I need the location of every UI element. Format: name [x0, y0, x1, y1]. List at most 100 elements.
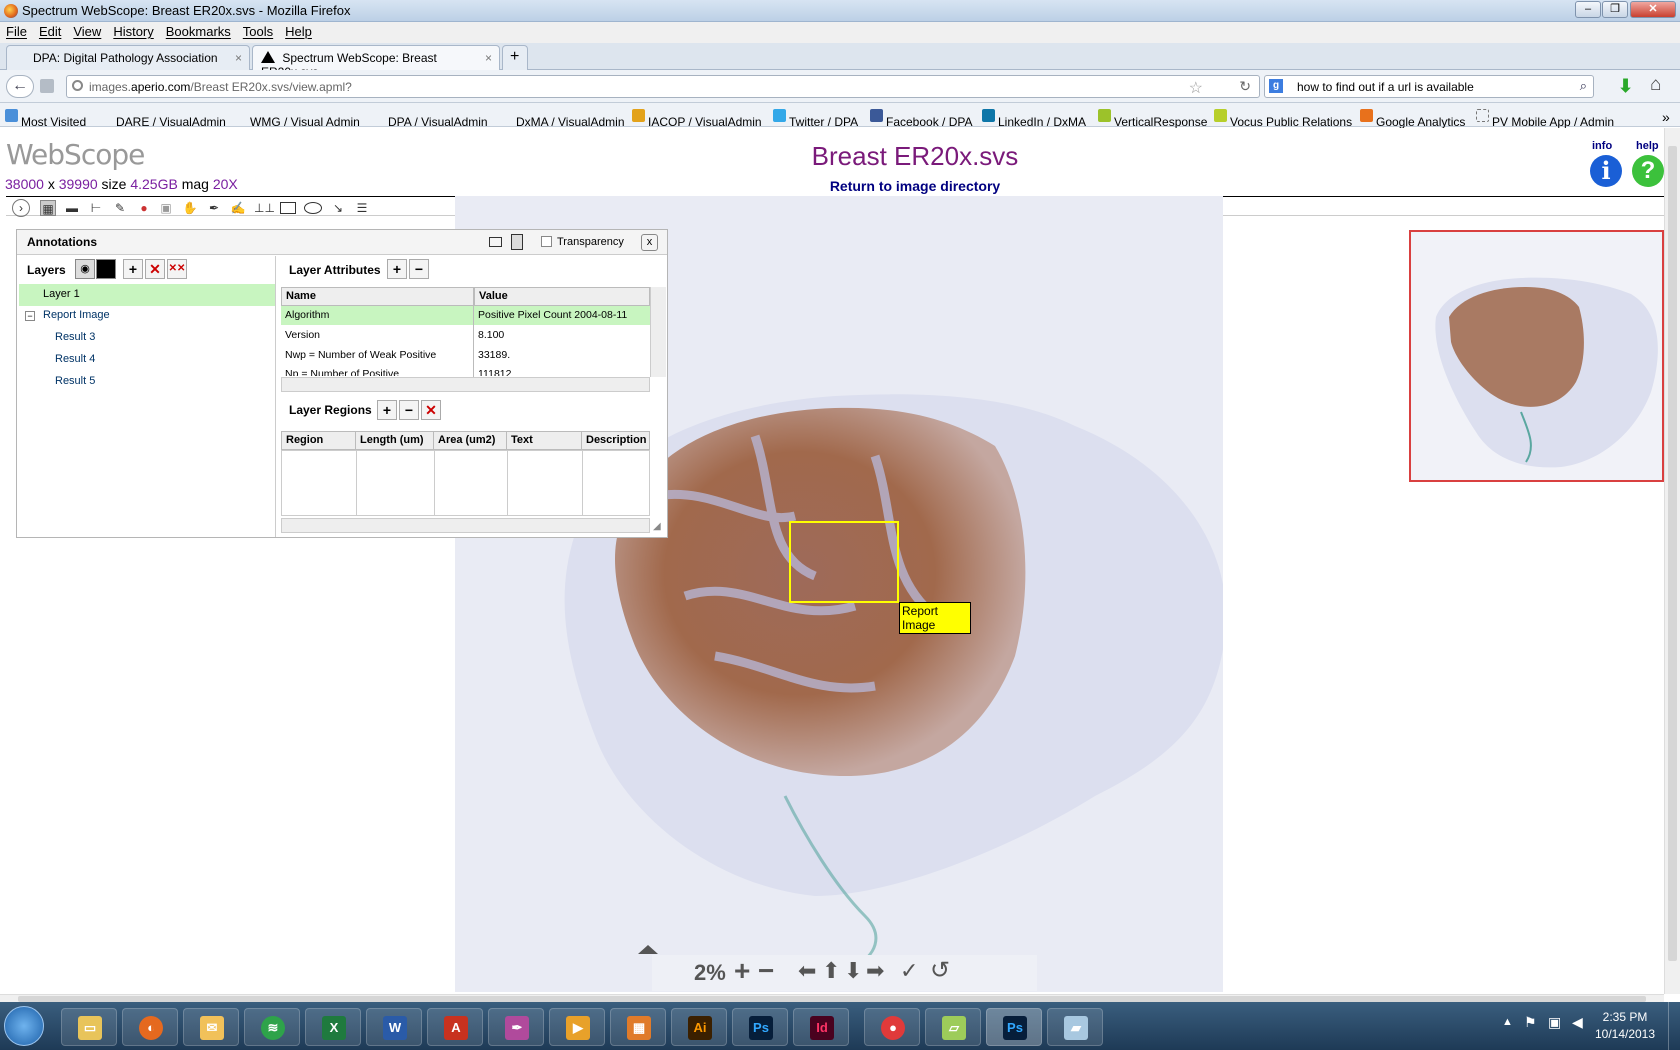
- back-button[interactable]: ←: [6, 75, 34, 98]
- home-icon[interactable]: ⌂: [1650, 74, 1661, 96]
- layer-row-selected[interactable]: Layer 1: [19, 284, 275, 306]
- bookmark-item[interactable]: Google Analytics: [1360, 109, 1465, 129]
- tree-icon[interactable]: ⊢: [88, 200, 104, 216]
- bookmark-star-icon[interactable]: ☆: [1189, 78, 1203, 98]
- pan-left-icon[interactable]: ⬅: [798, 958, 816, 984]
- tab-close-icon[interactable]: ×: [485, 51, 492, 65]
- layer-report-image[interactable]: Report Image: [43, 309, 110, 321]
- page-vertical-scrollbar[interactable]: [1664, 128, 1680, 994]
- url-bar[interactable]: images.aperio.com/Breast ER20x.svs/view.…: [66, 75, 1260, 98]
- search-icon[interactable]: ⌕: [1580, 78, 1587, 94]
- play-icon[interactable]: ›: [12, 199, 30, 217]
- pan-up-icon[interactable]: ⬆: [822, 958, 840, 984]
- taskbar-spotify[interactable]: ≋: [244, 1008, 300, 1046]
- rectangle-tool-icon[interactable]: [280, 202, 296, 214]
- collapse-icon[interactable]: −: [25, 311, 35, 321]
- save-icon[interactable]: ▣: [158, 200, 174, 216]
- freehand-icon[interactable]: ✍: [230, 200, 246, 216]
- taskbar-firefox[interactable]: ◐: [122, 1008, 178, 1046]
- zoom-out-icon[interactable]: −: [758, 955, 774, 987]
- menu-tools[interactable]: Tools: [237, 22, 279, 39]
- taskbar-photoshop[interactable]: Ps: [732, 1008, 788, 1046]
- attr-header-value[interactable]: Value: [474, 287, 650, 306]
- close-window-button[interactable]: ✕: [1630, 1, 1676, 18]
- bookmark-item[interactable]: Vocus Public Relations: [1214, 109, 1352, 129]
- menu-view[interactable]: View: [67, 22, 107, 39]
- add-layer-button[interactable]: +: [123, 259, 143, 279]
- taskbar-explorer[interactable]: ▭: [61, 1008, 117, 1046]
- menu-bookmarks[interactable]: Bookmarks: [160, 22, 237, 39]
- vertical-layout-icon[interactable]: [511, 234, 523, 250]
- horizontal-layout-icon[interactable]: [489, 237, 502, 247]
- taskbar-publisher[interactable]: ✒: [488, 1008, 544, 1046]
- help-icon[interactable]: ?: [1632, 155, 1664, 187]
- volume-icon[interactable]: ◀: [1572, 1014, 1583, 1031]
- pan-hand-icon[interactable]: ✋: [182, 200, 198, 216]
- return-to-directory-link[interactable]: Return to image directory: [740, 178, 1090, 194]
- menu-edit[interactable]: Edit: [33, 22, 67, 39]
- clock-time[interactable]: 2:35 PM: [1592, 1010, 1658, 1024]
- edit-icon[interactable]: ✎: [112, 200, 128, 216]
- layer-color-swatch[interactable]: [96, 259, 116, 279]
- delete-region-button[interactable]: ✕: [421, 400, 441, 420]
- taskbar-notes[interactable]: ▱: [925, 1008, 981, 1046]
- checkmark-icon[interactable]: ✓: [900, 958, 918, 984]
- google-icon[interactable]: g: [1269, 79, 1283, 93]
- delete-layer-button[interactable]: ✕: [145, 259, 165, 279]
- scroll-thumb[interactable]: [1668, 146, 1677, 961]
- collapse-controls-icon[interactable]: [638, 945, 658, 954]
- menu-help[interactable]: Help: [279, 22, 318, 39]
- ruler-icon[interactable]: ▬: [64, 200, 80, 216]
- regions-horizontal-scrollbar[interactable]: [281, 518, 650, 533]
- arrow-tool-icon[interactable]: ↘: [330, 200, 346, 216]
- zoom-in-icon[interactable]: +: [734, 955, 750, 987]
- taskbar-scanner[interactable]: ▰: [1047, 1008, 1103, 1046]
- region-header-area[interactable]: Area (um2): [433, 431, 507, 450]
- taskbar-media[interactable]: ▶: [549, 1008, 605, 1046]
- tab-dpa[interactable]: DPA: Digital Pathology Association ×: [6, 45, 250, 70]
- taskbar-app[interactable]: ●: [864, 1008, 920, 1046]
- close-panel-button[interactable]: x: [641, 234, 658, 251]
- taskbar-excel[interactable]: X: [305, 1008, 361, 1046]
- color-icon[interactable]: ●: [136, 200, 152, 216]
- measure-icon[interactable]: ⊥⊥: [254, 200, 275, 216]
- bookmark-item[interactable]: VerticalResponse: [1098, 109, 1207, 129]
- tab-close-icon[interactable]: ×: [235, 51, 242, 65]
- info-icon[interactable]: i: [1590, 155, 1622, 187]
- bookmark-item[interactable]: Most Visited: [5, 109, 86, 129]
- add-region-button[interactable]: +: [377, 400, 397, 420]
- bookmark-item[interactable]: LinkedIn / DxMA: [982, 109, 1086, 129]
- resize-grip-icon[interactable]: ◢: [653, 521, 661, 532]
- tab-webscope[interactable]: Spectrum WebScope: Breast ER20x.svs ×: [252, 45, 500, 79]
- slide-thumbnail[interactable]: [1409, 230, 1664, 482]
- start-button[interactable]: [4, 1006, 44, 1046]
- add-attribute-button[interactable]: +: [387, 259, 407, 279]
- list-icon[interactable]: ☰: [354, 200, 370, 216]
- show-desktop-button[interactable]: [1668, 1002, 1680, 1050]
- taskbar-outlook[interactable]: ✉: [183, 1008, 239, 1046]
- taskbar-indesign[interactable]: Id: [793, 1008, 849, 1046]
- pan-right-icon[interactable]: ➡: [866, 958, 884, 984]
- taskbar-photoshop-2[interactable]: Ps: [986, 1008, 1042, 1046]
- bookmark-item[interactable]: IACOP / VisualAdmin: [632, 109, 762, 129]
- remove-attribute-button[interactable]: −: [409, 259, 429, 279]
- taskbar-acrobat[interactable]: A: [427, 1008, 483, 1046]
- delete-all-layers-button[interactable]: ✕✕: [167, 259, 187, 279]
- attr-vertical-scrollbar[interactable]: [650, 287, 666, 377]
- reset-view-icon[interactable]: ↺: [930, 956, 950, 985]
- layer-result-3[interactable]: Result 3: [55, 331, 95, 343]
- restore-button[interactable]: ❐: [1602, 1, 1628, 18]
- tray-overflow-icon[interactable]: ▲: [1502, 1016, 1513, 1028]
- minimize-button[interactable]: –: [1575, 1, 1601, 18]
- remove-region-button[interactable]: −: [399, 400, 419, 420]
- region-header-length[interactable]: Length (um): [355, 431, 434, 450]
- attr-horizontal-scrollbar[interactable]: [281, 377, 650, 392]
- search-input[interactable]: how to find out if a url is available: [1297, 80, 1474, 94]
- taskbar-illustrator[interactable]: Ai: [671, 1008, 727, 1046]
- ellipse-tool-icon[interactable]: [304, 202, 322, 214]
- layer-result-5[interactable]: Result 5: [55, 375, 95, 387]
- region-header-region[interactable]: Region: [281, 431, 356, 450]
- region-header-text[interactable]: Text: [506, 431, 582, 450]
- menu-file[interactable]: File: [0, 22, 33, 39]
- attr-header-name[interactable]: Name: [281, 287, 475, 306]
